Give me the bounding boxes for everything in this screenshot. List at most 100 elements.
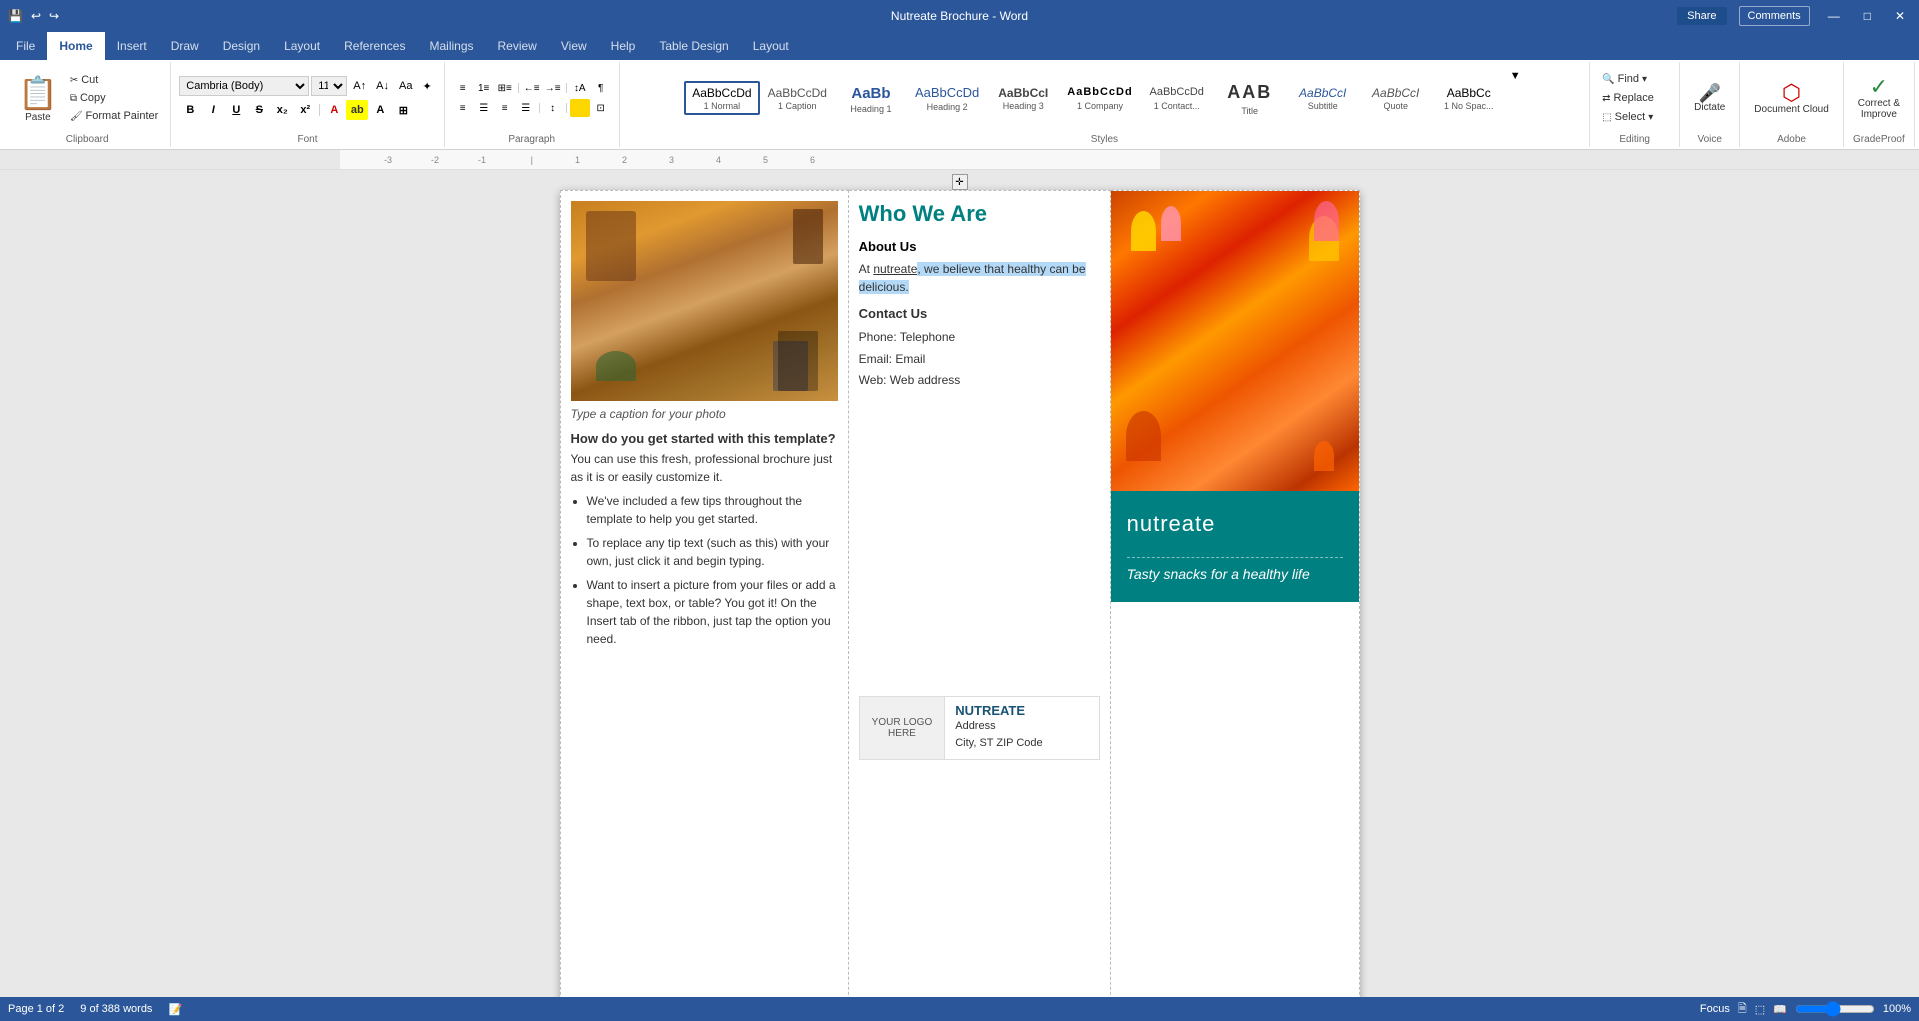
styles-more-btn[interactable]: ▼ — [1506, 68, 1525, 84]
view-web-btn[interactable]: ⬚ — [1755, 1003, 1765, 1016]
align-right-btn[interactable]: ≡ — [495, 99, 515, 117]
style-heading3[interactable]: AaBbCcI Heading 3 — [987, 82, 1059, 115]
style-caption[interactable]: AaBbCcDd 1 Caption — [761, 82, 834, 115]
quick-access-save[interactable]: 💾 — [8, 9, 23, 23]
style-subtitle[interactable]: AaBbCcI Subtitle — [1287, 82, 1359, 115]
find-icon: 🔍 — [1602, 74, 1614, 85]
font-color-btn[interactable]: A — [323, 100, 345, 120]
doc-cloud-button[interactable]: ⬡ Document Cloud — [1748, 78, 1834, 119]
style-h2-preview: AaBbCcDd — [915, 84, 979, 102]
subscript-btn[interactable]: x₂ — [271, 100, 293, 120]
font-name-select[interactable]: Cambria (Body) — [179, 76, 309, 96]
tab-view[interactable]: View — [549, 32, 599, 60]
style-title[interactable]: AAB Title — [1214, 77, 1286, 118]
bullets-btn[interactable]: ≡ — [453, 79, 473, 97]
kitchen-image — [571, 201, 838, 401]
tab-home[interactable]: Home — [47, 32, 104, 60]
style-company[interactable]: AaBbCcDd 1 Company — [1060, 82, 1139, 113]
shading-btn[interactable]: A — [369, 100, 391, 120]
bold-btn[interactable]: B — [179, 100, 201, 120]
cut-button[interactable]: ✂ Cut — [66, 72, 162, 88]
copy-button[interactable]: ⧉ Copy — [66, 90, 162, 106]
share-button[interactable]: Share — [1677, 7, 1726, 25]
doc-area: ✛ — [0, 170, 1919, 997]
highlight-btn[interactable]: ab — [346, 100, 368, 120]
increase-indent-btn[interactable]: →≡ — [543, 79, 563, 97]
sort-btn[interactable]: ↕A — [570, 79, 590, 97]
superscript-btn[interactable]: x² — [294, 100, 316, 120]
tab-mailings[interactable]: Mailings — [417, 32, 485, 60]
multilevel-btn[interactable]: ⊞≡ — [495, 79, 515, 97]
paragraph-label: Paragraph — [508, 134, 555, 145]
align-left-btn[interactable]: ≡ — [453, 99, 473, 117]
minimize-btn[interactable]: — — [1822, 9, 1846, 23]
tab-design[interactable]: Design — [211, 32, 272, 60]
zoom-slider[interactable] — [1795, 1001, 1875, 1017]
clear-format-btn[interactable]: ✦ — [418, 78, 435, 95]
paste-label: Paste — [25, 112, 51, 123]
style-company-label: 1 Company — [1077, 101, 1123, 111]
style-heading1[interactable]: AaBb Heading 1 — [835, 80, 907, 117]
style-subtitle-preview: AaBbCcI — [1299, 85, 1346, 102]
quick-access-undo[interactable]: ↩ — [31, 9, 41, 23]
maximize-btn[interactable]: □ — [1858, 9, 1877, 23]
paste-button[interactable]: 📋 Paste — [12, 70, 64, 127]
find-button[interactable]: 🔍 Find ▾ — [1598, 71, 1671, 87]
tab-insert[interactable]: Insert — [105, 32, 159, 60]
styles-group: AaBbCcDd 1 Normal AaBbCcDd 1 Caption AaB… — [620, 62, 1590, 147]
decrease-font-btn[interactable]: A↓ — [372, 78, 393, 94]
ribbon-tabs: File Home Insert Draw Design Layout Refe… — [0, 32, 1919, 60]
ribbon-content: 📋 Paste ✂ Cut ⧉ Copy 🖌 Format Painter Cl… — [0, 60, 1919, 150]
show-marks-btn[interactable]: ¶ — [591, 79, 611, 97]
select-button[interactable]: ⬚ Select ▾ — [1598, 109, 1671, 125]
dictate-button[interactable]: 🎤 Dictate — [1688, 80, 1731, 117]
align-center-btn[interactable]: ☰ — [474, 99, 494, 117]
style-heading2[interactable]: AaBbCcDd Heading 2 — [908, 81, 986, 115]
tab-table-design[interactable]: Table Design — [647, 32, 740, 60]
change-case-btn[interactable]: Aa — [395, 78, 416, 94]
focus-label[interactable]: Focus — [1700, 1003, 1730, 1015]
decrease-indent-btn[interactable]: ←≡ — [522, 79, 542, 97]
title-bar-right: Share Comments — □ ✕ — [1677, 6, 1911, 26]
tab-review[interactable]: Review — [486, 32, 549, 60]
style-nospace[interactable]: AaBbCc 1 No Spac... — [1433, 82, 1505, 115]
strikethrough-btn[interactable]: S — [248, 100, 270, 120]
tab-layout[interactable]: Layout — [272, 32, 332, 60]
line-spacing-btn[interactable]: ↕ — [543, 99, 563, 117]
replace-button[interactable]: ⇄ Replace — [1598, 90, 1671, 106]
tab-draw[interactable]: Draw — [159, 32, 211, 60]
select-dropdown-icon: ▾ — [1648, 112, 1653, 123]
style-quote[interactable]: AaBbCcI Quote — [1360, 82, 1432, 115]
style-contact[interactable]: AaBbCcDd 1 Contact... — [1141, 82, 1213, 113]
quick-access-redo[interactable]: ↪ — [49, 9, 59, 23]
font-size-select[interactable]: 11 — [311, 76, 347, 96]
tab-layout2[interactable]: Layout — [741, 32, 801, 60]
web-text: Web: Web address — [859, 370, 1100, 392]
shading-para-btn[interactable] — [570, 99, 590, 117]
style-normal-label: 1 Normal — [704, 101, 741, 111]
numbering-btn[interactable]: 1≡ — [474, 79, 494, 97]
dashed-divider — [1127, 557, 1343, 558]
font-group: Cambria (Body) 11 A↑ A↓ Aa ✦ B I U S x₂ … — [171, 62, 444, 147]
close-btn[interactable]: ✕ — [1889, 9, 1911, 23]
proofing-icon[interactable]: 📝 — [168, 1003, 182, 1016]
clipboard-label: Clipboard — [66, 134, 109, 145]
format-painter-button[interactable]: 🖌 Format Painter — [66, 108, 162, 124]
italic-btn[interactable]: I — [202, 100, 224, 120]
view-read-btn[interactable]: 📖 — [1773, 1003, 1787, 1016]
correct-improve-button[interactable]: ✓ Correct &Improve — [1852, 72, 1906, 124]
underline-btn[interactable]: U — [225, 100, 247, 120]
comments-button[interactable]: Comments — [1739, 6, 1810, 26]
tab-references[interactable]: References — [332, 32, 417, 60]
border-btn[interactable]: ⊞ — [392, 100, 414, 120]
style-normal[interactable]: AaBbCcDd 1 Normal — [684, 81, 759, 116]
tab-file[interactable]: File — [4, 32, 47, 60]
style-contact-preview: AaBbCcDd — [1150, 85, 1204, 100]
increase-font-btn[interactable]: A↑ — [349, 78, 370, 94]
border-para-btn[interactable]: ⊡ — [591, 99, 611, 117]
view-print-btn[interactable]: 🗎 — [1738, 1000, 1747, 1019]
tab-help[interactable]: Help — [599, 32, 648, 60]
gradeproof-group: ✓ Correct &Improve GradeProof — [1844, 62, 1915, 147]
justify-btn[interactable]: ☰ — [516, 99, 536, 117]
table-move-handle[interactable]: ✛ — [952, 174, 968, 190]
